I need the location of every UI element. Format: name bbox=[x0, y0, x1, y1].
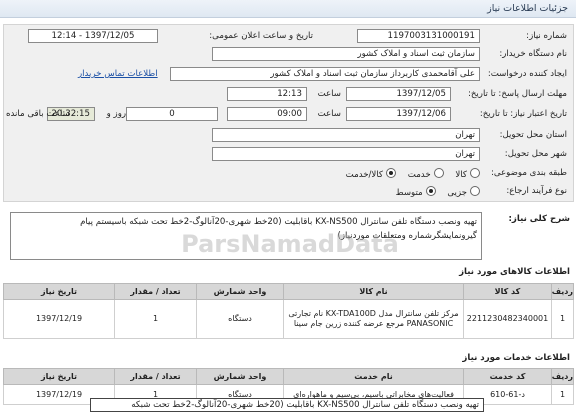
need-number-label: شماره نیاز: bbox=[526, 31, 567, 41]
goods-header-cell: تعداد / مقدار bbox=[114, 283, 197, 300]
services-header-cell: واحد شمارش bbox=[196, 368, 284, 385]
table-cell: 2211230482340001 bbox=[463, 299, 552, 339]
goods-header-row: ردیف کد کالا نام کالا واحد شمارش تعداد / مقد… bbox=[3, 283, 574, 300]
table-cell: 1 bbox=[551, 299, 574, 339]
validity-time-label: ساعت bbox=[317, 109, 341, 119]
need-summary-field[interactable]: تهیه ونصب دستگاه تلفن سانترال KX-NS500 ب… bbox=[10, 212, 482, 260]
category-radio-group: کالا خدمت کالا/خدمت bbox=[337, 168, 480, 180]
goods-header-cell: تاریخ نیاز bbox=[3, 283, 115, 300]
goods-table: ردیف کد کالا نام کالا واحد شمارش تعداد / مقد… bbox=[3, 283, 574, 339]
need-details-panel: شماره نیاز: 1197003131000191 تاریخ و ساع… bbox=[3, 24, 574, 202]
services-header-cell: تعداد / مقدار bbox=[114, 368, 197, 385]
bottom-description-field[interactable]: تهیه ونصب دستگاه تلفن سانترال KX-NS500 ب… bbox=[90, 398, 484, 412]
announce-date-label: تاریخ و ساعت اعلان عمومی: bbox=[209, 31, 313, 41]
services-header-cell: کد خدمت bbox=[463, 368, 552, 385]
process-radio-group: جزیی متوسط bbox=[387, 186, 480, 198]
goods-header-cell: کد کالا bbox=[463, 283, 552, 300]
table-cell: مرکز تلفن سانترال مدل KX-TDA100D نام تجا… bbox=[283, 299, 464, 339]
city-label: شهر محل تحویل: bbox=[504, 149, 567, 159]
process-option-medium[interactable]: متوسط bbox=[396, 186, 436, 198]
services-header-cell: تاریخ نیاز bbox=[3, 368, 115, 385]
validity-label: تاریخ اعتبار نیاز: تا تاریخ: bbox=[479, 109, 567, 119]
category-option-goods-service[interactable]: کالا/خدمت bbox=[346, 168, 397, 180]
process-type-label: نوع فرآیند ارجاع: bbox=[506, 186, 567, 196]
page-title: جزئیات اطلاعات نیاز bbox=[487, 3, 568, 14]
validity-date-field[interactable]: 1397/12/06 bbox=[346, 107, 451, 121]
category-option-service[interactable]: خدمت bbox=[408, 168, 444, 180]
creator-label: ایجاد کننده درخواست: bbox=[487, 69, 567, 79]
creator-field[interactable]: علی آقامحمدی کاربرداز سازمان ثبت اسناد و… bbox=[170, 67, 480, 81]
table-cell: 1397/12/19 bbox=[3, 299, 115, 339]
validity-time-field[interactable]: 09:00 bbox=[227, 107, 307, 121]
buyer-contact-link[interactable]: اطلاعات تماس خریدار bbox=[78, 69, 158, 79]
radio-icon bbox=[433, 168, 444, 178]
need-number-field[interactable]: 1197003131000191 bbox=[357, 29, 480, 43]
services-header-cell: ردیف bbox=[551, 368, 574, 385]
process-option-minor[interactable]: جزیی bbox=[447, 186, 480, 198]
remaining-label: ساعت باقی مانده bbox=[6, 109, 70, 119]
goods-header-cell: نام کالا bbox=[283, 283, 464, 300]
category-label: طبقه بندی موضوعی: bbox=[490, 168, 567, 178]
days-remaining-field[interactable]: 0 bbox=[126, 107, 218, 121]
radio-selected-icon bbox=[425, 186, 436, 196]
reply-time-field[interactable]: 12:13 bbox=[227, 87, 307, 101]
services-section-title: اطلاعات خدمات مورد نیاز bbox=[462, 353, 570, 363]
radio-icon bbox=[470, 168, 480, 178]
table-cell: دستگاه bbox=[196, 299, 284, 339]
page-header: جزئیات اطلاعات نیاز bbox=[0, 0, 576, 18]
table-row[interactable]: 1 2211230482340001 مرکز تلفن سانترال مدل K… bbox=[3, 299, 574, 339]
days-label: روز و bbox=[106, 109, 126, 119]
goods-header-cell: واحد شمارش bbox=[196, 283, 284, 300]
reply-date-field[interactable]: 1397/12/05 bbox=[346, 87, 451, 101]
table-cell: 1 bbox=[114, 299, 197, 339]
buyer-field[interactable]: سازمان ثبت اسناد و املاک کشور bbox=[212, 47, 480, 61]
reply-deadline-label: مهلت ارسال پاسخ: تا تاریخ: bbox=[467, 89, 567, 99]
radio-selected-icon bbox=[386, 168, 397, 178]
need-summary-label: شرح کلی نیاز: bbox=[508, 214, 570, 224]
province-field[interactable]: تهران bbox=[212, 128, 480, 142]
radio-icon bbox=[470, 186, 480, 196]
goods-header-cell: ردیف bbox=[551, 283, 574, 300]
city-field[interactable]: تهران bbox=[212, 147, 480, 161]
goods-section-title: اطلاعات کالاهای مورد نیاز bbox=[459, 267, 570, 277]
reply-time-label: ساعت bbox=[317, 89, 341, 99]
province-label: استان محل تحویل: bbox=[499, 130, 567, 140]
announce-date-field[interactable]: 1397/12/05 - 12:14 bbox=[28, 29, 158, 43]
buyer-label: نام دستگاه خریدار: bbox=[499, 49, 567, 59]
services-header-row: ردیف کد خدمت نام خدمت واحد شمارش تعداد / مقد… bbox=[3, 368, 574, 385]
category-option-goods[interactable]: کالا bbox=[455, 168, 480, 180]
services-header-cell: نام خدمت bbox=[283, 368, 464, 385]
table-cell: 1 bbox=[551, 384, 574, 405]
